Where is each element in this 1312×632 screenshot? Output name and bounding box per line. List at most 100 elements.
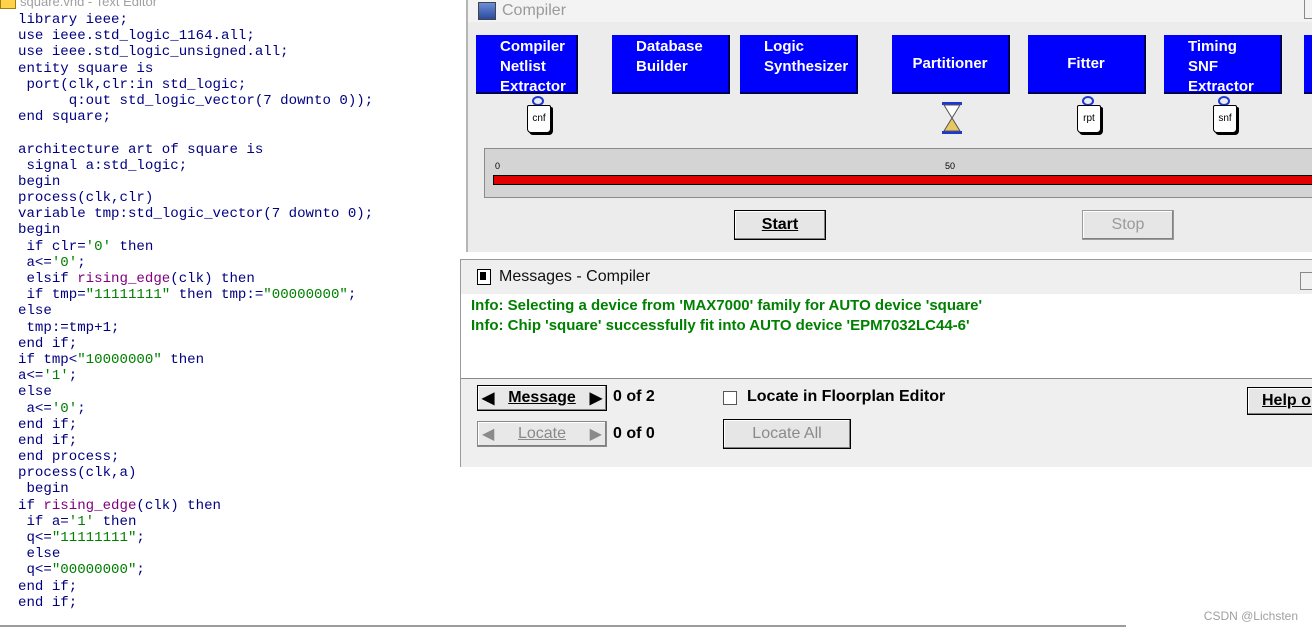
code-token: else [18,384,52,401]
code-line[interactable]: end process; [18,449,373,465]
code-line[interactable]: if tmp="11111111" then tmp:="00000000"; [18,287,373,303]
left-arrow-icon: ◀ [482,390,495,407]
code-token: process(clk,clr) [18,190,154,207]
code-token: else [18,303,52,320]
code-line[interactable]: library ieee; [18,12,373,28]
right-arrow-icon: ▶ [589,426,602,443]
code-token: tmp:=tmp+1; [18,319,120,336]
window-control-button[interactable] [1304,0,1312,19]
left-arrow-icon: ◀ [482,426,495,443]
code-line[interactable]: q<="11111111"; [18,530,373,546]
code-line[interactable]: a<='0'; [18,401,373,417]
watermark: CSDN @Lichsten [1203,609,1298,623]
code-line[interactable]: a<='0'; [18,255,373,271]
code-line[interactable]: begin [18,174,373,190]
message-line[interactable]: Info: Chip 'square' successfully fit int… [471,317,970,334]
message-nav-button[interactable]: ◀ Message ▶ [477,385,607,411]
code-token: "11111111" [85,287,171,304]
code-line[interactable]: use ieee.std_logic_unsigned.all; [18,44,373,60]
code-line[interactable]: end square; [18,109,373,125]
module-next[interactable] [1304,35,1312,94]
code-line[interactable]: else [18,384,373,400]
code-token: "00000000" [51,562,137,579]
code-line[interactable]: architecture art of square is [18,142,373,158]
code-token: begin [18,481,69,498]
code-token: q<= [18,530,52,546]
code-token: begin [18,173,61,190]
module-partitioner[interactable]: Partitioner [892,35,1010,94]
module-compiler-netlist-extractor[interactable]: Compiler Netlist Extractor [476,35,578,95]
module-database-builder[interactable]: Database Builder [612,35,730,94]
snf-file-icon: snf [1212,96,1238,136]
code-line[interactable]: elsif rising_edge(clk) then [18,271,373,287]
message-list[interactable]: Info: Selecting a device from 'MAX7000' … [461,294,1312,378]
code-line[interactable]: q:out std_logic_vector(7 downto 0)); [18,92,374,109]
code-token: end if; [18,594,78,611]
code-token: ; [77,400,86,417]
code-line[interactable]: end if; [18,579,373,595]
code-line[interactable]: a<='1'; [18,368,373,384]
code-token: then [111,238,154,255]
code-token: (clk) then [170,271,255,287]
locate-floorplan-label: Locate in Floorplan Editor [747,388,946,405]
code-line[interactable]: if rising_edge(clk) then [18,498,373,514]
message-count: 0 of 2 [613,388,655,405]
code-token: then [161,351,205,368]
code-token: '0' [85,238,112,255]
start-button[interactable]: Start [734,210,826,240]
module-timing-snf-extractor[interactable]: Timing SNF Extractor [1164,35,1282,95]
code-line[interactable]: signal a:std_logic; [18,158,373,174]
code-token: elsif [18,271,78,287]
text-editor-window: square.vhd - Text Editor library ieee; us… [0,0,462,632]
code-token: end if; [18,432,78,449]
code-token: process(clk,a) [18,465,137,482]
code-line[interactable]: entity square is [18,61,373,77]
code-line[interactable]: begin [18,222,373,238]
code-token: ; [68,368,78,385]
code-line[interactable]: process(clk,clr) [18,190,373,206]
code-line[interactable]: if tmp<"10000000" then [18,352,373,368]
code-token: ; [347,287,357,304]
locate-nav-button[interactable]: ◀ Locate ▶ [477,421,607,447]
messages-title-bar: Messages - Compiler [461,260,1312,294]
code-token: '0' [51,400,78,417]
help-button[interactable]: Help o [1247,387,1312,415]
code-line[interactable]: end if; [18,417,373,433]
code-token: rising_edge [77,271,171,287]
module-fitter[interactable]: Fitter [1028,35,1146,94]
code-line[interactable]: if a='1' then [18,514,373,530]
code-line[interactable]: tmp:=tmp+1; [18,320,373,336]
code-line[interactable]: variable tmp:std_logic_vector(7 downto 0… [18,206,373,222]
code-token: '1' [43,368,69,385]
code-line[interactable]: end if; [18,336,373,352]
document-icon [0,0,16,9]
stop-button[interactable]: Stop [1082,210,1174,240]
messages-window: Messages - Compiler Info: Selecting a de… [460,259,1312,467]
editor-title-bar: square.vhd - Text Editor [0,0,462,10]
code-line[interactable]: begin [18,481,373,497]
code-token: if clr= [18,238,86,255]
code-token: if a= [18,513,69,530]
code-line[interactable]: q<="00000000"; [18,562,373,578]
code-line[interactable] [18,125,373,141]
code-token: rising_edge [43,497,137,514]
code-editor[interactable]: library ieee; use ieee.std_logic_1164.all… [18,12,373,611]
locate-all-button[interactable]: Locate All [723,419,851,449]
code-line[interactable]: if clr='0' then [18,239,373,255]
code-line[interactable]: use ieee.std_logic_1164.all; [18,28,373,44]
locate-floorplan-checkbox[interactable] [723,391,737,405]
code-line[interactable]: port(clk,clr:in std_logic; [18,77,373,93]
code-line[interactable]: process(clk,a) [18,465,373,481]
code-token: a<= [18,254,52,271]
code-token: a<= [18,368,44,385]
code-token: end if; [18,335,78,352]
code-line[interactable]: else [18,303,373,319]
message-line[interactable]: Info: Selecting a device from 'MAX7000' … [471,297,982,314]
code-line[interactable]: else [18,546,373,562]
code-token: (clk) then [136,497,221,514]
code-line[interactable]: end if; [18,595,373,611]
window-control-button[interactable] [1300,272,1312,290]
module-logic-synthesizer[interactable]: Logic Synthesizer [740,35,858,94]
code-token: q:out std_logic_vector(7 downto 0)); [18,92,374,109]
code-line[interactable]: end if; [18,433,373,449]
